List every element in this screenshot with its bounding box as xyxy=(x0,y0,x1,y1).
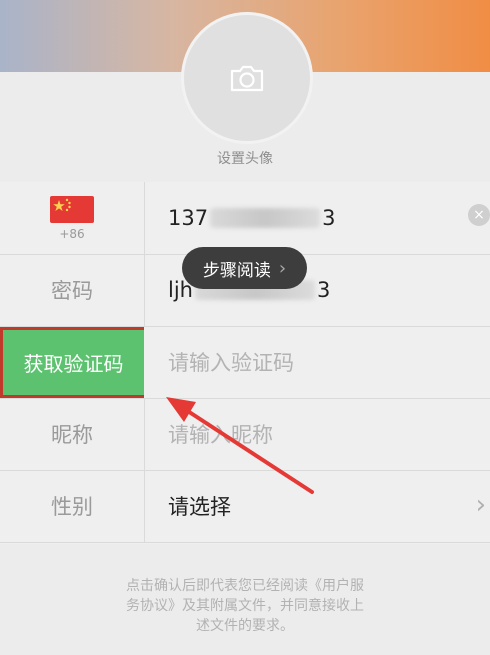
password-label: 密码 xyxy=(0,254,145,326)
clear-icon[interactable]: × xyxy=(468,204,490,226)
avatar-upload[interactable] xyxy=(181,12,313,144)
chevron-right-icon: › xyxy=(475,490,486,520)
nickname-placeholder: 请输入昵称 xyxy=(168,423,273,447)
avatar-caption: 设置头像 xyxy=(217,151,273,167)
agreement-line-2: 务协议》及其附属文件，并同意接收上 xyxy=(126,598,364,614)
chevron-right-icon: › xyxy=(278,257,287,279)
verification-code-placeholder: 请输入验证码 xyxy=(168,351,294,375)
phone-prefix: 137 xyxy=(168,206,209,230)
country-code: +86 xyxy=(59,226,85,241)
gender-label: 性别 xyxy=(0,470,145,542)
phone-blurred xyxy=(210,208,321,228)
password-suffix: 3 xyxy=(316,278,331,302)
gender-row[interactable]: 性别 请选择 › xyxy=(0,470,490,543)
country-selector[interactable]: +86 xyxy=(0,182,145,254)
agreement-line-1: 点击确认后即代表您已经阅读《用户服 xyxy=(126,578,364,594)
china-flag-icon xyxy=(50,195,94,223)
toast-label: 步骤阅读 xyxy=(202,260,271,281)
camera-icon xyxy=(230,65,264,92)
nickname-row: 昵称 请输入昵称 xyxy=(0,398,490,471)
step-reading-toast[interactable]: 步骤阅读 › xyxy=(182,247,307,289)
phone-row: +86 137 3 × xyxy=(0,182,490,255)
nickname-input[interactable]: 请输入昵称 xyxy=(168,398,450,470)
gender-select[interactable]: 请选择 xyxy=(168,470,450,542)
verification-code-input[interactable]: 请输入验证码 xyxy=(168,326,450,398)
phone-suffix: 3 xyxy=(322,206,336,230)
phone-input[interactable]: 137 3 xyxy=(168,182,450,254)
agreement-text: 点击确认后即代表您已经阅读《用户服 务协议》及其附属文件，并同意接收上 述文件的… xyxy=(92,576,398,636)
get-code-button[interactable]: 获取验证码 xyxy=(0,327,144,398)
gender-value: 请选择 xyxy=(168,495,231,519)
agreement-line-3: 述文件的要求。 xyxy=(196,618,294,634)
nickname-label: 昵称 xyxy=(0,398,145,470)
